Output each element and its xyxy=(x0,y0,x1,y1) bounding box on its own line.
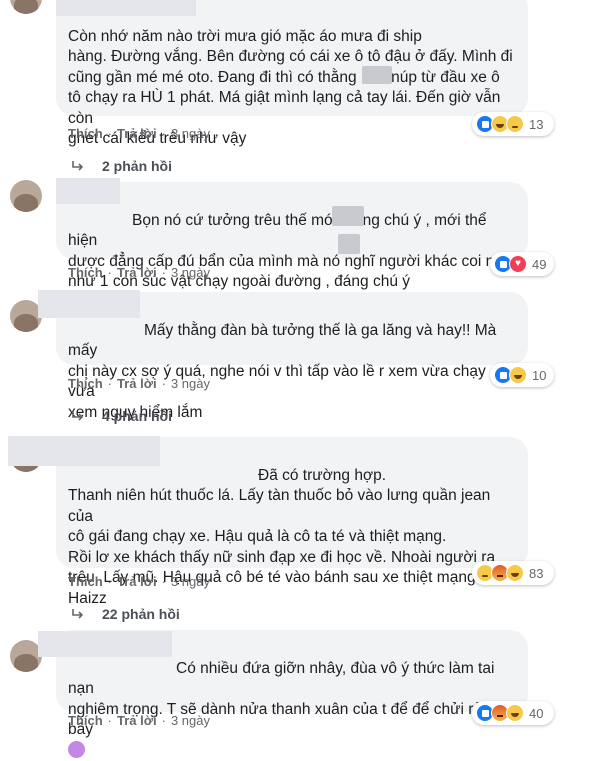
smiling-face-emoji-icon xyxy=(68,740,85,758)
timestamp[interactable]: 3 ngày xyxy=(171,265,210,280)
view-replies-button[interactable]: 4 phản hồi xyxy=(72,408,172,424)
avatar[interactable] xyxy=(10,180,42,212)
like-link[interactable]: Thích xyxy=(68,574,103,589)
censored-word xyxy=(362,66,392,84)
reaction-count: 40 xyxy=(529,705,544,721)
commenter-name-redacted xyxy=(8,436,160,466)
comment-text: Mấy thằng đàn bà tưởng thế là ga lăng và… xyxy=(68,321,497,421)
comment-actions: Thích · Trả lời · 3 ngày xyxy=(68,265,210,280)
comment-bubble: Còn nhớ năm nào trời mưa gió mặc áo mưa … xyxy=(56,0,528,147)
comment-actions: Thích · Trả lời · 3 ngày xyxy=(68,574,210,589)
comment-actions: Thích · Trả lời · 3 ngày xyxy=(68,713,210,728)
reply-link[interactable]: Trả lời xyxy=(117,574,157,589)
reply-link[interactable]: Trả lời xyxy=(117,265,157,280)
commenter-name-redacted xyxy=(56,0,196,16)
reply-arrow-icon xyxy=(72,609,84,619)
avatar[interactable] xyxy=(10,0,42,14)
reply-link[interactable]: Trả lời xyxy=(117,126,157,141)
reaction-count: 83 xyxy=(529,565,544,581)
timestamp[interactable]: 3 ngày xyxy=(171,574,210,589)
reaction-summary[interactable]: 49 xyxy=(490,252,554,276)
censored-word xyxy=(332,206,364,226)
reaction-count: 10 xyxy=(532,367,547,383)
love-reaction-icon xyxy=(509,255,527,273)
sad-reaction-icon xyxy=(506,115,524,133)
timestamp[interactable]: 3 ngày xyxy=(171,376,210,391)
reaction-count: 49 xyxy=(532,256,547,272)
reaction-summary[interactable]: 10 xyxy=(490,363,554,387)
view-replies-button[interactable]: 2 phản hồi xyxy=(72,158,172,174)
replies-count: 2 phản hồi xyxy=(102,158,172,174)
timestamp[interactable]: 3 ngày xyxy=(171,126,210,141)
commenter-name-redacted xyxy=(56,178,120,204)
comment-actions: Thích · Trả lời · 3 ngày xyxy=(68,376,210,391)
replies-count: 4 phản hồi xyxy=(102,408,172,424)
reaction-summary[interactable]: 13 xyxy=(472,112,554,136)
comment-actions: Thích · Trả lời · 3 ngày xyxy=(68,126,210,141)
view-replies-button[interactable]: 22 phản hồi xyxy=(72,606,180,622)
reaction-count: 13 xyxy=(529,116,544,132)
like-link[interactable]: Thích xyxy=(68,713,103,728)
reply-arrow-icon xyxy=(72,411,84,421)
reaction-summary[interactable]: 40 xyxy=(472,701,554,725)
replies-count: 22 phản hồi xyxy=(102,606,180,622)
timestamp[interactable]: 3 ngày xyxy=(171,713,210,728)
haha-reaction-icon xyxy=(509,366,527,384)
like-link[interactable]: Thích xyxy=(68,376,103,391)
reaction-summary[interactable]: 83 xyxy=(472,561,554,585)
haha-reaction-icon xyxy=(506,704,524,722)
like-link[interactable]: Thích xyxy=(68,126,103,141)
commenter-name-redacted xyxy=(38,290,140,318)
reply-link[interactable]: Trả lời xyxy=(117,713,157,728)
haha-reaction-icon xyxy=(506,564,524,582)
censored-word xyxy=(338,234,360,254)
reply-arrow-icon xyxy=(72,161,84,171)
commenter-name-redacted xyxy=(38,631,172,657)
like-link[interactable]: Thích xyxy=(68,265,103,280)
comment-bubble: Bọn nó cứ tưởng trêu thế mới có ng chú ý… xyxy=(56,182,528,290)
reply-link[interactable]: Trả lời xyxy=(117,376,157,391)
